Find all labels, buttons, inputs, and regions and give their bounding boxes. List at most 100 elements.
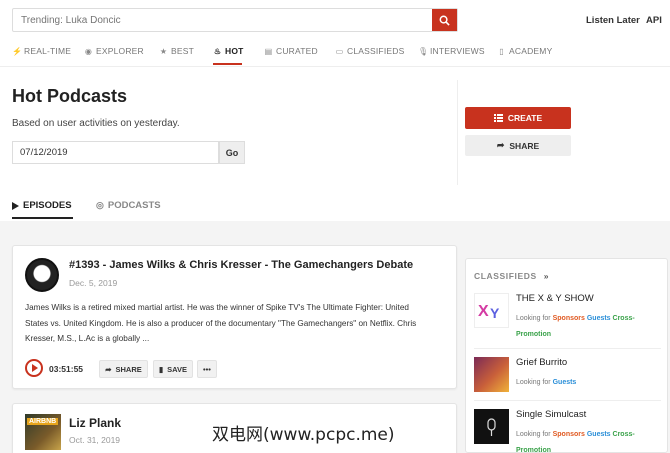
classifieds-panel: CLASSIFIEDS » X Y THE X & Y SHOW Looking…: [465, 258, 668, 453]
card-icon: ▭: [335, 46, 344, 56]
svg-text:X: X: [478, 303, 489, 320]
episode-description: James Wilks is a retired mixed martial a…: [25, 300, 416, 347]
classified-wants: Looking for Guests: [516, 375, 661, 391]
date-field[interactable]: 07/12/2019: [12, 141, 219, 164]
microphone-icon: [487, 418, 496, 436]
star-icon: ★: [159, 46, 168, 56]
want-guests: Guests: [586, 431, 611, 438]
bookmark-icon: ▮: [158, 364, 164, 374]
main-nav: ⚡ REAL-TIME ◉ EXPLORER ★ BEST ♨ HOT ▤ CU…: [0, 40, 670, 66]
nav-label: BEST: [171, 46, 195, 56]
search-icon: [439, 15, 450, 26]
nav-label: CURATED: [276, 46, 318, 56]
classified-item[interactable]: Grief Burrito Looking for Guests: [474, 357, 661, 397]
double-chevron-icon: »: [543, 271, 550, 281]
flame-icon: ♨: [213, 46, 222, 56]
classified-item[interactable]: X Y THE X & Y SHOW Looking for Sponsors …: [474, 293, 661, 345]
nav-interviews[interactable]: 🎙 INTERVIEWS: [418, 46, 485, 56]
tab-active-indicator: [12, 217, 73, 219]
more-button[interactable]: •••: [197, 360, 217, 378]
classified-wants: Looking for Sponsors Guests Cross-Promot…: [516, 311, 661, 343]
classified-item[interactable]: Single Simulcast Looking for Sponsors Gu…: [474, 409, 661, 453]
create-label: CREATE: [507, 113, 543, 123]
want-sponsors: Sponsors: [552, 431, 585, 438]
nav-label: REAL-TIME: [24, 46, 72, 56]
want-guests: Guests: [552, 379, 577, 386]
nav-label: ACADEMY: [509, 46, 553, 56]
looking-for-label: Looking for: [516, 431, 551, 438]
nav-label: INTERVIEWS: [430, 46, 485, 56]
share-icon: ➦: [496, 140, 505, 150]
want-sponsors: Sponsors: [552, 315, 585, 322]
episode-date: Dec. 5, 2019: [69, 278, 118, 288]
podcast-icon: ◎: [96, 200, 104, 210]
list-icon: ▤: [264, 46, 273, 56]
classified-divider: [474, 348, 661, 349]
episode-artwork: [25, 258, 59, 292]
classified-divider: [474, 400, 661, 401]
play-button[interactable]: [25, 359, 43, 377]
microphone-icon: 🎙: [418, 46, 429, 56]
share-button[interactable]: ➦ SHARE: [99, 360, 148, 378]
episode-artwork: AIRBNB: [25, 414, 61, 450]
api-link[interactable]: API: [646, 15, 662, 26]
watermark: 双电网(www.pcpc.me): [212, 425, 395, 445]
episode-card[interactable]: #1393 - James Wilks & Chris Kresser - Th…: [12, 245, 457, 389]
svg-text:Y: Y: [490, 305, 500, 321]
classifieds-heading[interactable]: CLASSIFIEDS »: [474, 271, 549, 281]
go-button[interactable]: Go: [219, 141, 245, 164]
artwork-tag: AIRBNB: [27, 418, 59, 425]
search-input[interactable]: [13, 9, 433, 31]
episode-date: Oct. 31, 2019: [69, 435, 121, 445]
nav-label: EXPLORER: [96, 46, 144, 56]
nav-hot[interactable]: ♨ HOT: [213, 46, 244, 56]
classified-artwork: [474, 409, 509, 444]
create-button[interactable]: CREATE: [465, 107, 571, 129]
top-bar: Listen Later API: [0, 0, 670, 40]
classified-wants: Looking for Sponsors Guests Cross-Promot…: [516, 427, 661, 453]
tab-podcasts[interactable]: ◎ PODCASTS: [96, 200, 161, 211]
share-label: SHARE: [115, 364, 142, 374]
looking-for-label: Looking for: [516, 379, 551, 386]
share-label: SHARE: [509, 140, 540, 151]
tab-episodes[interactable]: EPISODES: [12, 200, 72, 211]
episode-duration: 03:51:55: [49, 364, 84, 374]
episode-title[interactable]: #1393 - James Wilks & Chris Kresser - Th…: [69, 259, 413, 271]
nav-academy[interactable]: ▯ ACADEMY: [497, 46, 552, 56]
book-icon: ▯: [499, 46, 504, 56]
nav-real-time[interactable]: ⚡ REAL-TIME: [12, 46, 71, 56]
save-button[interactable]: ▮ SAVE: [153, 360, 193, 378]
classified-artwork: X Y: [474, 293, 509, 328]
classified-name: THE X & Y SHOW: [516, 293, 594, 304]
nav-divider: [0, 66, 670, 67]
episode-title[interactable]: Liz Plank: [69, 416, 121, 430]
nav-best[interactable]: ★ BEST: [159, 46, 194, 56]
share-icon: ➦: [105, 364, 112, 374]
xy-logo-icon: X Y: [478, 303, 500, 321]
nav-explorer[interactable]: ◉ EXPLORER: [84, 46, 144, 56]
classifieds-title: CLASSIFIEDS: [474, 271, 537, 281]
nav-classifieds[interactable]: ▭ CLASSIFIEDS: [335, 46, 405, 56]
search-box[interactable]: [12, 8, 458, 32]
nav-curated[interactable]: ▤ CURATED: [264, 46, 318, 56]
tab-label: PODCASTS: [107, 200, 161, 211]
listen-later-link[interactable]: Listen Later: [586, 15, 640, 26]
nav-label: HOT: [225, 46, 244, 56]
search-button[interactable]: [432, 9, 457, 31]
classified-name: Single Simulcast: [516, 409, 587, 420]
description-line: Kresser, M.S., L.Ac is a globally ...: [25, 334, 150, 343]
description-line: States vs. United Kingdom. He is also a …: [25, 318, 417, 328]
list-icon: [493, 114, 503, 122]
classified-name: Grief Burrito: [516, 357, 568, 368]
hero-divider: [457, 80, 458, 185]
page-title: Hot Podcasts: [12, 86, 128, 106]
compass-icon: ◉: [84, 46, 93, 56]
page-subtitle: Based on user activities on yesterday.: [12, 118, 180, 129]
save-label: SAVE: [167, 364, 187, 374]
description-line: James Wilks is a retired mixed martial a…: [25, 303, 409, 312]
want-guests: Guests: [586, 315, 611, 322]
classified-artwork: [474, 357, 509, 392]
content-tabs: EPISODES ◎ PODCASTS: [0, 196, 670, 220]
share-page-button[interactable]: ➦ SHARE: [465, 135, 571, 156]
play-icon: [12, 201, 19, 210]
